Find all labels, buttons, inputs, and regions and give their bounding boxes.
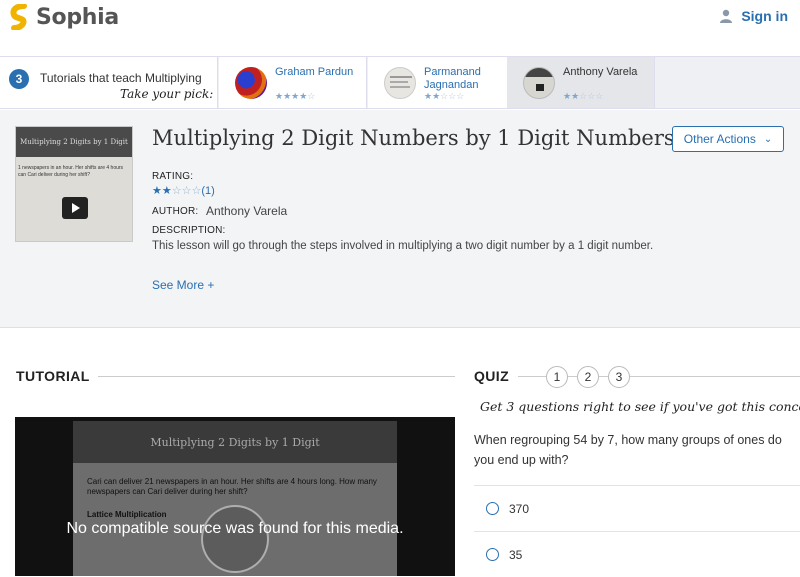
sophia-logo[interactable]: Sophia (10, 4, 119, 30)
quiz-option-text: 370 (509, 501, 530, 516)
lesson-overview: Multiplying 2 Digits by 1 Digit 1 newspa… (0, 110, 800, 328)
slide-text: Cari can deliver 21 newspapers in an hou… (87, 477, 377, 496)
sophia-logo-icon (10, 4, 27, 30)
tutorial-thumbnail (235, 67, 267, 99)
tutorial-card-parmanand-jagnandan[interactable]: Parmanand Jagnandan ★★☆☆☆ (368, 57, 516, 108)
tutorial-thumbnail (523, 67, 555, 99)
tutorial-author-name: Anthony Varela (563, 66, 638, 78)
quiz-question: When regrouping 54 by 7, how many groups… (474, 433, 782, 467)
quiz-step-3[interactable]: 3 (608, 366, 630, 388)
tutorial-card-anthony-varela[interactable]: Anthony Varela ★★☆☆☆ (507, 57, 655, 108)
quiz-heading: QUIZ (474, 368, 510, 384)
author-name: Anthony Varela (206, 204, 288, 218)
tutorial-rating-stars: ★★☆☆☆ (563, 91, 604, 101)
quiz-option[interactable]: 35 (474, 531, 800, 577)
lesson-rating[interactable]: ★★☆☆☆(1) (152, 184, 215, 197)
quiz-step-1[interactable]: 1 (546, 366, 568, 388)
lesson-description: This lesson will go through the steps in… (152, 240, 654, 252)
video-error-message: No compatible source was found for this … (66, 520, 404, 537)
play-icon[interactable] (62, 197, 88, 219)
author-label: AUTHOR: (152, 206, 199, 217)
tutorial-author-name: Graham Pardun (275, 66, 354, 78)
lesson-thumbnail[interactable]: Multiplying 2 Digits by 1 Digit 1 newspa… (15, 126, 133, 242)
other-actions-label: Other Actions (683, 132, 756, 146)
description-label: DESCRIPTION: (152, 225, 226, 236)
tutorial-rating-stars: ★★☆☆☆ (424, 91, 465, 101)
quiz-hint: Get 3 questions right to see if you've g… (480, 399, 800, 414)
tutorial-heading: TUTORIAL (16, 368, 90, 384)
radio-button[interactable] (486, 502, 499, 515)
tutorial-author-name: Parmanand Jagnandan (424, 66, 481, 91)
lesson-title: Multiplying 2 Digit Numbers by 1 Digit N… (152, 126, 675, 150)
chevron-down-icon: ⌄ (763, 133, 773, 145)
take-your-pick-text: Take your pick: (120, 87, 214, 101)
rating-count: (1) (201, 185, 215, 197)
divider (98, 376, 455, 377)
quiz-step-2[interactable]: 2 (577, 366, 599, 388)
rating-label: RATING: (152, 171, 194, 182)
tutorials-bar: 3 Tutorials that teach Multiplying Take … (0, 56, 800, 109)
user-icon (720, 9, 733, 23)
see-more-link[interactable]: See More + (152, 278, 214, 292)
slide-title: Multiplying 2 Digits by 1 Digit (73, 421, 397, 463)
radio-button[interactable] (486, 548, 499, 561)
quiz-option[interactable]: 370 (474, 485, 800, 531)
site-header: Sophia Sign in (0, 0, 800, 56)
tutorial-video-player[interactable]: Multiplying 2 Digits by 1 Digit Cari can… (15, 417, 455, 576)
tutorials-summary: 3 Tutorials that teach Multiplying Take … (0, 57, 218, 108)
tutorial-count-badge: 3 (9, 69, 29, 89)
lesson-thumbnail-text: 1 newspapers in an hour. Her shifts are … (18, 165, 124, 178)
star-empty-icon: ☆☆☆ (171, 185, 202, 197)
lesson-thumbnail-title: Multiplying 2 Digits by 1 Digit (16, 127, 132, 157)
tutorial-thumbnail (384, 67, 416, 99)
sign-in-label: Sign in (741, 8, 788, 24)
tutorial-card-graham-pardun[interactable]: Graham Pardun ★★★★☆ (219, 57, 367, 108)
logo-text: Sophia (36, 4, 119, 30)
tutorial-rating-stars: ★★★★☆ (275, 91, 316, 101)
quiz-option-text: 35 (509, 547, 523, 562)
star-icon: ★★ (152, 185, 172, 197)
tutorials-label: Tutorials that teach Multiplying (40, 71, 202, 85)
sign-in-link[interactable]: Sign in (719, 8, 788, 24)
other-actions-button[interactable]: Other Actions ⌄ (672, 126, 784, 152)
